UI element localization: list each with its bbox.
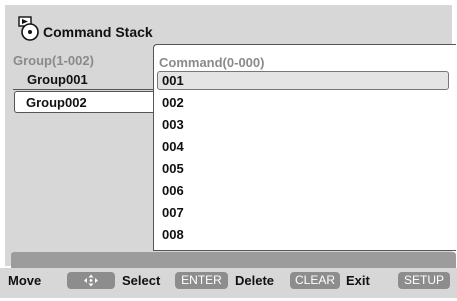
command-item[interactable]: 004: [157, 137, 449, 156]
group-item-group002[interactable]: Group002: [14, 91, 156, 113]
command-item[interactable]: 002: [157, 93, 449, 112]
command-range-header: Command(0-000): [159, 55, 265, 70]
page-title: Command Stack: [43, 24, 153, 40]
clear-key: CLEAR: [290, 272, 340, 289]
move-label: Move: [8, 273, 42, 288]
group-range-header: Group(1-002): [13, 53, 94, 68]
command-item-label: 003: [162, 117, 184, 132]
command-list-panel: Command(0-000) 001 002 003 004 005 006 0…: [153, 44, 456, 251]
command-item[interactable]: 007: [157, 203, 449, 222]
command-stack-icon: [18, 16, 42, 42]
button-guide-bar: Move Select ENTER Delete CLEAR Exit SETU…: [0, 268, 457, 298]
command-item-label: 008: [162, 227, 184, 242]
command-stack-window: Command Stack Group(1-002) Group001 Grou…: [5, 5, 456, 270]
command-item-label: 001: [162, 73, 184, 88]
enter-key: ENTER: [175, 272, 228, 289]
group-item-group001[interactable]: Group001: [13, 68, 154, 90]
command-item[interactable]: 005: [157, 159, 449, 178]
group-item-label: Group001: [27, 72, 88, 87]
command-item[interactable]: 003: [157, 115, 449, 134]
command-item-label: 002: [162, 95, 184, 110]
directional-arrows-icon: [67, 272, 115, 289]
command-item-label: 006: [162, 183, 184, 198]
select-label: Select: [122, 273, 161, 288]
command-item-label: 005: [162, 161, 184, 176]
setup-key: SETUP: [398, 272, 450, 289]
command-item[interactable]: 001: [157, 71, 449, 90]
command-item[interactable]: 008: [157, 225, 449, 244]
group-item-label: Group002: [26, 95, 87, 110]
exit-label: Exit: [346, 273, 370, 288]
delete-label: Delete: [235, 273, 275, 288]
command-item[interactable]: 006: [157, 181, 449, 200]
command-item-label: 004: [162, 139, 184, 154]
command-item-label: 007: [162, 205, 184, 220]
